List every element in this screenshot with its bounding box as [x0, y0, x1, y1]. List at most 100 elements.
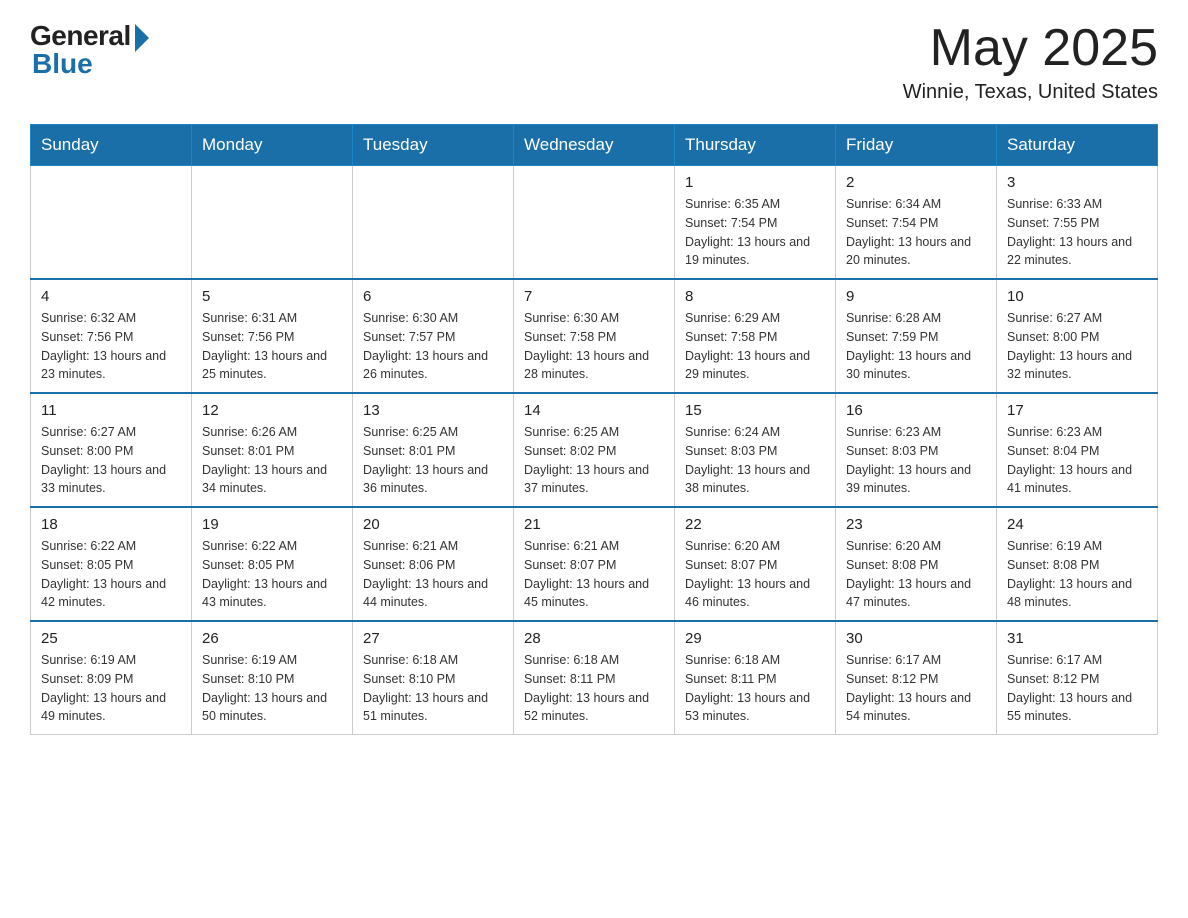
day-number: 20: [363, 516, 503, 533]
day-number: 25: [41, 630, 181, 647]
calendar-cell: 30 Sunrise: 6:17 AM Sunset: 8:12 PM Dayli…: [836, 621, 997, 735]
location-text: Winnie, Texas, United States: [903, 81, 1158, 104]
day-info: Sunrise: 6:19 AM Sunset: 8:10 PM Dayligh…: [202, 651, 342, 726]
calendar-cell: 24Sunrise: 6:19 AM Sunset: 8:08 PM Dayli…: [997, 507, 1158, 621]
calendar-cell: 31 Sunrise: 6:17 AM Sunset: 8:12 PM Dayli…: [997, 621, 1158, 735]
day-number: 4: [41, 288, 181, 305]
calendar-cell: [31, 166, 192, 280]
day-number: 22: [685, 516, 825, 533]
day-info: Sunrise: 6:35 AM Sunset: 7:54 PM Dayligh…: [685, 195, 825, 270]
calendar-day-header: Thursday: [675, 125, 836, 166]
day-info: Sunrise: 6:18 AM Sunset: 8:11 PM Dayligh…: [524, 651, 664, 726]
day-info: Sunrise: 6:22 AM Sunset: 8:05 PM Dayligh…: [41, 537, 181, 612]
calendar-week-row: 1 Sunrise: 6:35 AM Sunset: 7:54 PM Daylig…: [31, 166, 1158, 280]
calendar-cell: 12 Sunrise: 6:26 AM Sunset: 8:01 PM Dayli…: [192, 393, 353, 507]
day-info: Sunrise: 6:25 AM Sunset: 8:02 PM Dayligh…: [524, 423, 664, 498]
calendar-day-header: Tuesday: [353, 125, 514, 166]
day-info: Sunrise: 6:27 AM Sunset: 8:00 PM Dayligh…: [1007, 309, 1147, 384]
day-info: Sunrise: 6:18 AM Sunset: 8:10 PM Dayligh…: [363, 651, 503, 726]
calendar-cell: 27 Sunrise: 6:18 AM Sunset: 8:10 PM Dayli…: [353, 621, 514, 735]
day-number: 12: [202, 402, 342, 419]
day-info: Sunrise: 6:32 AM Sunset: 7:56 PM Dayligh…: [41, 309, 181, 384]
page-header: General Blue May 2025 Winnie, Texas, Uni…: [30, 20, 1158, 104]
calendar-cell: [192, 166, 353, 280]
day-number: 2: [846, 174, 986, 191]
calendar-week-row: 18 Sunrise: 6:22 AM Sunset: 8:05 PM Dayli…: [31, 507, 1158, 621]
calendar-day-header: Friday: [836, 125, 997, 166]
calendar-week-row: 11Sunrise: 6:27 AM Sunset: 8:00 PM Dayli…: [31, 393, 1158, 507]
calendar-cell: 15 Sunrise: 6:24 AM Sunset: 8:03 PM Dayli…: [675, 393, 836, 507]
calendar-cell: 28 Sunrise: 6:18 AM Sunset: 8:11 PM Dayli…: [514, 621, 675, 735]
calendar-cell: 2 Sunrise: 6:34 AM Sunset: 7:54 PM Daylig…: [836, 166, 997, 280]
day-number: 27: [363, 630, 503, 647]
calendar-cell: 3 Sunrise: 6:33 AM Sunset: 7:55 PM Daylig…: [997, 166, 1158, 280]
calendar-cell: 29Sunrise: 6:18 AM Sunset: 8:11 PM Dayli…: [675, 621, 836, 735]
day-number: 16: [846, 402, 986, 419]
day-info: Sunrise: 6:21 AM Sunset: 8:07 PM Dayligh…: [524, 537, 664, 612]
calendar-cell: 13 Sunrise: 6:25 AM Sunset: 8:01 PM Dayli…: [353, 393, 514, 507]
day-info: Sunrise: 6:34 AM Sunset: 7:54 PM Dayligh…: [846, 195, 986, 270]
calendar-cell: 9 Sunrise: 6:28 AM Sunset: 7:59 PM Daylig…: [836, 279, 997, 393]
day-number: 10: [1007, 288, 1147, 305]
day-info: Sunrise: 6:17 AM Sunset: 8:12 PM Dayligh…: [846, 651, 986, 726]
day-info: Sunrise: 6:17 AM Sunset: 8:12 PM Dayligh…: [1007, 651, 1147, 726]
day-info: Sunrise: 6:24 AM Sunset: 8:03 PM Dayligh…: [685, 423, 825, 498]
day-number: 15: [685, 402, 825, 419]
day-number: 23: [846, 516, 986, 533]
calendar-day-header: Saturday: [997, 125, 1158, 166]
day-number: 19: [202, 516, 342, 533]
logo-arrow-icon: [135, 24, 149, 52]
calendar-week-row: 4 Sunrise: 6:32 AM Sunset: 7:56 PM Daylig…: [31, 279, 1158, 393]
calendar-day-header: Sunday: [31, 125, 192, 166]
day-number: 30: [846, 630, 986, 647]
calendar-day-header: Monday: [192, 125, 353, 166]
day-info: Sunrise: 6:30 AM Sunset: 7:58 PM Dayligh…: [524, 309, 664, 384]
day-info: Sunrise: 6:30 AM Sunset: 7:57 PM Dayligh…: [363, 309, 503, 384]
day-info: Sunrise: 6:20 AM Sunset: 8:07 PM Dayligh…: [685, 537, 825, 612]
day-number: 28: [524, 630, 664, 647]
day-info: Sunrise: 6:26 AM Sunset: 8:01 PM Dayligh…: [202, 423, 342, 498]
day-number: 3: [1007, 174, 1147, 191]
calendar-header-row: SundayMondayTuesdayWednesdayThursdayFrid…: [31, 125, 1158, 166]
day-number: 24: [1007, 516, 1147, 533]
calendar-cell: 1 Sunrise: 6:35 AM Sunset: 7:54 PM Daylig…: [675, 166, 836, 280]
calendar-week-row: 25Sunrise: 6:19 AM Sunset: 8:09 PM Dayli…: [31, 621, 1158, 735]
day-number: 26: [202, 630, 342, 647]
day-info: Sunrise: 6:31 AM Sunset: 7:56 PM Dayligh…: [202, 309, 342, 384]
calendar-cell: 10 Sunrise: 6:27 AM Sunset: 8:00 PM Dayli…: [997, 279, 1158, 393]
day-number: 21: [524, 516, 664, 533]
day-number: 7: [524, 288, 664, 305]
calendar-cell: 23 Sunrise: 6:20 AM Sunset: 8:08 PM Dayli…: [836, 507, 997, 621]
day-number: 13: [363, 402, 503, 419]
calendar-day-header: Wednesday: [514, 125, 675, 166]
calendar-cell: 4 Sunrise: 6:32 AM Sunset: 7:56 PM Daylig…: [31, 279, 192, 393]
day-info: Sunrise: 6:33 AM Sunset: 7:55 PM Dayligh…: [1007, 195, 1147, 270]
calendar-cell: [353, 166, 514, 280]
calendar-cell: 18 Sunrise: 6:22 AM Sunset: 8:05 PM Dayli…: [31, 507, 192, 621]
calendar-cell: 8Sunrise: 6:29 AM Sunset: 7:58 PM Daylig…: [675, 279, 836, 393]
calendar-cell: 25Sunrise: 6:19 AM Sunset: 8:09 PM Dayli…: [31, 621, 192, 735]
day-number: 18: [41, 516, 181, 533]
calendar-cell: 11Sunrise: 6:27 AM Sunset: 8:00 PM Dayli…: [31, 393, 192, 507]
day-number: 9: [846, 288, 986, 305]
day-number: 1: [685, 174, 825, 191]
calendar-cell: 26 Sunrise: 6:19 AM Sunset: 8:10 PM Dayli…: [192, 621, 353, 735]
day-info: Sunrise: 6:29 AM Sunset: 7:58 PM Dayligh…: [685, 309, 825, 384]
calendar-cell: [514, 166, 675, 280]
logo-blue-text: Blue: [32, 48, 93, 80]
day-number: 6: [363, 288, 503, 305]
month-title: May 2025: [903, 20, 1158, 77]
day-info: Sunrise: 6:18 AM Sunset: 8:11 PM Dayligh…: [685, 651, 825, 726]
title-section: May 2025 Winnie, Texas, United States: [903, 20, 1158, 104]
day-info: Sunrise: 6:20 AM Sunset: 8:08 PM Dayligh…: [846, 537, 986, 612]
day-number: 14: [524, 402, 664, 419]
calendar-cell: 6 Sunrise: 6:30 AM Sunset: 7:57 PM Daylig…: [353, 279, 514, 393]
calendar-cell: 16 Sunrise: 6:23 AM Sunset: 8:03 PM Dayli…: [836, 393, 997, 507]
day-number: 31: [1007, 630, 1147, 647]
day-number: 11: [41, 402, 181, 419]
day-info: Sunrise: 6:22 AM Sunset: 8:05 PM Dayligh…: [202, 537, 342, 612]
day-info: Sunrise: 6:28 AM Sunset: 7:59 PM Dayligh…: [846, 309, 986, 384]
day-info: Sunrise: 6:23 AM Sunset: 8:03 PM Dayligh…: [846, 423, 986, 498]
day-info: Sunrise: 6:25 AM Sunset: 8:01 PM Dayligh…: [363, 423, 503, 498]
calendar-cell: 17Sunrise: 6:23 AM Sunset: 8:04 PM Dayli…: [997, 393, 1158, 507]
